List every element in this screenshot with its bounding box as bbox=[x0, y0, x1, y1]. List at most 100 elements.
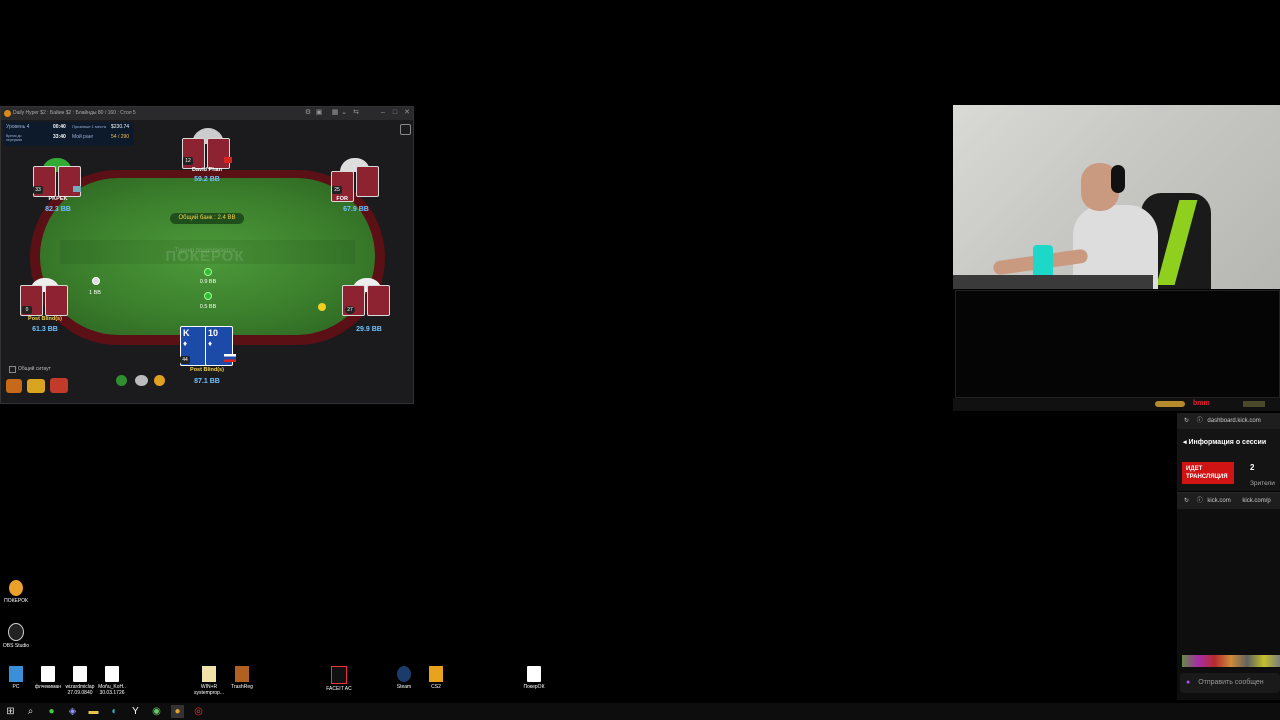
close-icon[interactable]: ✕ bbox=[403, 109, 411, 117]
webcam-overlay-area bbox=[955, 290, 1280, 398]
chip-icon bbox=[204, 292, 212, 300]
windows-start-icon[interactable]: ⊞ bbox=[4, 705, 17, 718]
audio-icon: ◂ bbox=[1183, 439, 1187, 446]
chat-input[interactable]: ● Отправить сообщен bbox=[1180, 673, 1280, 693]
desktop-icon-pokerok[interactable]: ПОКЕРОК bbox=[1, 580, 31, 604]
hero-name: Post Blind(s) bbox=[190, 367, 224, 373]
player-stack-top: 59.2 BB bbox=[194, 176, 220, 183]
player-level-badge: 44 bbox=[180, 356, 190, 364]
desktop-icon-label: CS2 bbox=[431, 684, 441, 690]
session-info-label: Информация о сессии bbox=[1188, 439, 1267, 446]
desktop-icon-file[interactable]: WIN+R systemprop... bbox=[194, 666, 224, 696]
hero-card-1-rank: K bbox=[183, 328, 190, 338]
webcam-feed bbox=[953, 105, 1280, 289]
desktop-icon-file[interactable]: Moňu_KoH.. 30.03.1726 bbox=[97, 666, 127, 696]
chat-bubble-icon[interactable] bbox=[135, 375, 148, 386]
desktop-icon-label: ПокерОК bbox=[523, 684, 545, 690]
break-label: Время до перерыва bbox=[6, 134, 22, 142]
address-bar[interactable]: ↻ ⓘ dashboard.kick.com bbox=[1177, 413, 1280, 429]
obs-icon bbox=[8, 623, 24, 641]
bet-center-bottom: 0.5 BB bbox=[199, 304, 217, 310]
steam-icon bbox=[397, 666, 411, 682]
break-time: 33:40 bbox=[53, 134, 66, 140]
emote-bar[interactable] bbox=[1182, 655, 1280, 667]
tables-icon[interactable]: ▦ bbox=[331, 109, 339, 117]
app-icon[interactable]: Y bbox=[129, 705, 142, 718]
diamond-icon: ♦ bbox=[183, 339, 188, 348]
flag-icon bbox=[224, 354, 236, 362]
minimize-icon[interactable]: – bbox=[379, 109, 387, 117]
taskbar: ⊞ ⌕ ● ◈ ▬ ◐ Y ◉ ● ◎ bbox=[0, 703, 1280, 720]
microphone-icon[interactable]: ● bbox=[1186, 679, 1190, 686]
sitout-label[interactable]: Общий ситаут bbox=[18, 366, 51, 372]
edge-icon[interactable]: ◐ bbox=[108, 705, 121, 718]
chat-toggle-icon[interactable] bbox=[400, 124, 411, 135]
file-icon bbox=[41, 666, 55, 682]
address-bar[interactable]: ↻ ⓘ kick.com kick.com/p bbox=[1177, 493, 1280, 509]
site-info-icon[interactable]: ⓘ bbox=[1197, 498, 1203, 504]
desktop-icon-obs[interactable]: OBS Studio bbox=[1, 623, 31, 649]
sponsor-logo-3 bbox=[1243, 401, 1265, 407]
chip-icon bbox=[92, 277, 100, 285]
site-info-icon[interactable]: ⓘ bbox=[1197, 418, 1203, 424]
search-icon[interactable]: ⌕ bbox=[24, 705, 37, 718]
emote-bad-flop-icon[interactable] bbox=[50, 378, 68, 393]
player-stack-right: 29.9 BB bbox=[356, 326, 382, 333]
desktop-icon-file[interactable]: wizardmiclap 27.09.0840 bbox=[65, 666, 95, 696]
settings-icon[interactable]: ⚙ bbox=[304, 109, 312, 117]
prize-value: $230.74 bbox=[111, 124, 130, 130]
dealer-button-icon bbox=[318, 303, 326, 311]
emoji-icon[interactable] bbox=[154, 375, 165, 386]
headphones-icon bbox=[1111, 165, 1125, 193]
viewers-count: 2 bbox=[1250, 463, 1255, 472]
faceit-icon bbox=[331, 666, 347, 684]
desktop-icon-steam[interactable]: Steam bbox=[389, 666, 419, 690]
app-icon[interactable]: ◎ bbox=[192, 705, 205, 718]
desktop-icon-label: флчекиман bbox=[34, 684, 62, 690]
player-stack-left: 61.3 BB bbox=[32, 326, 58, 333]
cash-icon[interactable] bbox=[116, 375, 127, 386]
layout-icon[interactable]: ▣ bbox=[315, 109, 323, 117]
folder-icon[interactable]: ▬ bbox=[87, 705, 100, 718]
chip-icon bbox=[204, 268, 212, 276]
emote-beer-icon[interactable] bbox=[6, 379, 22, 393]
sponsor-logo-1 bbox=[1155, 401, 1185, 407]
file-icon bbox=[105, 666, 119, 682]
computer-icon bbox=[9, 666, 23, 682]
player-name-top-left: PKPEK bbox=[48, 196, 68, 202]
desktop-icon-faceit[interactable]: FACEIT AC bbox=[324, 666, 354, 692]
diamond-icon: ♦ bbox=[208, 339, 213, 348]
tournament-status: Турнир продолжается bbox=[174, 248, 236, 254]
player-name-left: Post Blind(s) bbox=[28, 316, 62, 322]
desktop-icon-trashreg[interactable]: TrashReg bbox=[227, 666, 257, 690]
player-stack-top-right: 67.9 BB bbox=[343, 206, 369, 213]
player-name-top: David Phan bbox=[192, 167, 222, 173]
app-icon[interactable]: ◈ bbox=[66, 705, 79, 718]
sponsor-bar: bmm bbox=[953, 398, 1280, 411]
tab-url[interactable]: kick.com bbox=[1207, 498, 1230, 504]
view-icon[interactable]: ⇆ bbox=[352, 109, 360, 117]
url-text[interactable]: kick.com/p bbox=[1242, 498, 1270, 504]
desktop-icon-pc[interactable]: PC bbox=[1, 666, 31, 690]
rank-label: Мой ранг bbox=[72, 134, 94, 140]
task-view-icon[interactable]: ● bbox=[45, 705, 58, 718]
sitout-checkbox[interactable] bbox=[9, 366, 16, 373]
desktop-icon-file[interactable]: флчекиман bbox=[33, 666, 63, 690]
chevron-down-icon[interactable]: ⌄ bbox=[340, 109, 348, 117]
session-info-title: ◂ Информация о сессии bbox=[1183, 438, 1280, 446]
url-text[interactable]: dashboard.kick.com bbox=[1207, 418, 1260, 424]
refresh-icon[interactable]: ↻ bbox=[1184, 418, 1189, 424]
player-level-badge: 25 bbox=[332, 186, 342, 194]
desktop-icon-file[interactable]: ПокерОК bbox=[519, 666, 549, 690]
desktop-icon-cs2[interactable]: CS2 bbox=[421, 666, 451, 690]
desktop-icon-label: WIN+R systemprop... bbox=[194, 684, 225, 696]
rank-value: 54 / 290 bbox=[111, 134, 130, 140]
browser-icon[interactable]: ◉ bbox=[150, 705, 163, 718]
pokerok-taskbar-icon[interactable]: ● bbox=[171, 705, 184, 718]
desk bbox=[953, 275, 1153, 289]
refresh-icon[interactable]: ↻ bbox=[1184, 498, 1189, 504]
desktop-icon-label: Moňu_KoH.. 30.03.1726 bbox=[98, 684, 126, 696]
flag-icon bbox=[224, 157, 232, 163]
emote-lucky-icon[interactable] bbox=[27, 379, 45, 393]
maximize-icon[interactable]: □ bbox=[391, 109, 399, 117]
